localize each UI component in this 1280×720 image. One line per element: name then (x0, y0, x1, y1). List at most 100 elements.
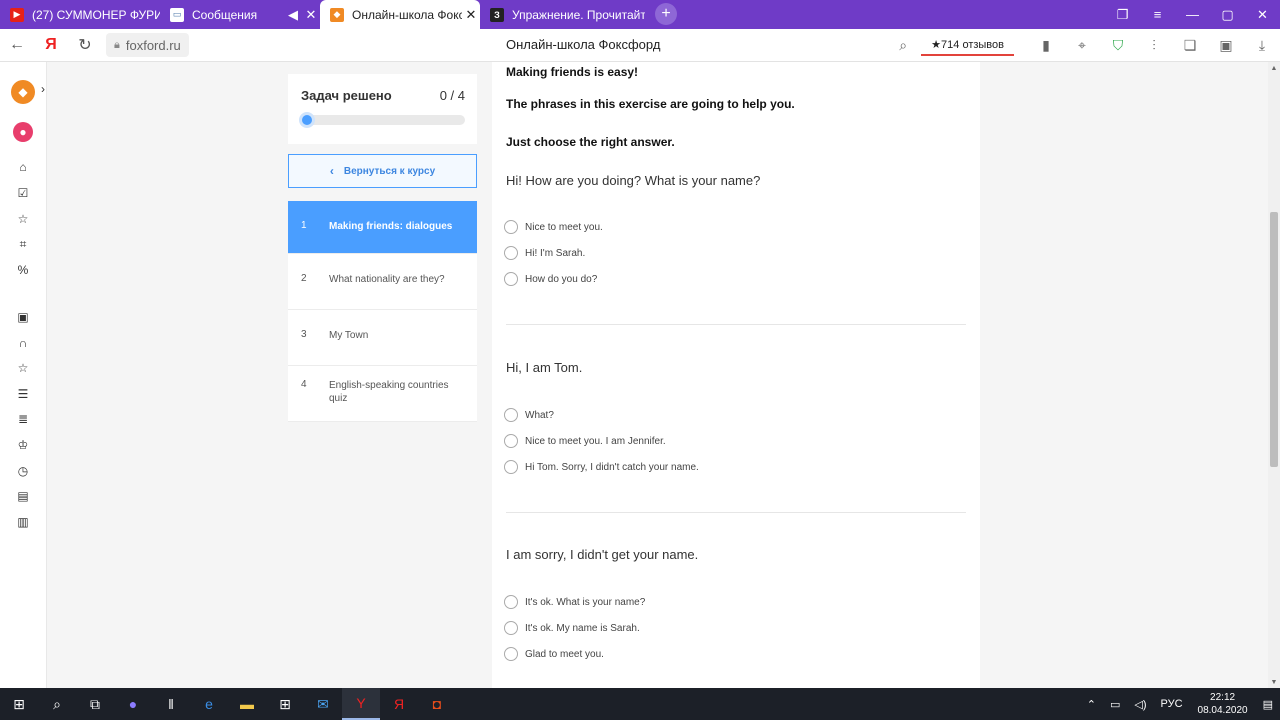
reload-icon[interactable]: ↻ (68, 29, 102, 62)
yandex-icon[interactable]: Я (380, 688, 418, 720)
star-icon[interactable]: ☆ (14, 210, 32, 228)
tasks-icon[interactable]: ☑ (14, 184, 32, 202)
lesson-item-2[interactable]: 2 What nationality are they? (288, 254, 477, 310)
bookmark-icon[interactable]: ▮ (1028, 29, 1064, 62)
answer-option[interactable]: Nice to meet you. (504, 220, 603, 234)
progress-knob (299, 112, 315, 128)
tabs-icon[interactable]: ❐ (1105, 0, 1140, 29)
progress-bar (299, 112, 465, 128)
radio-button[interactable] (504, 434, 518, 448)
cortana-icon[interactable]: ● (114, 688, 152, 720)
network-icon[interactable]: ▭ (1103, 698, 1127, 711)
extensions-icon[interactable]: ▣ (1208, 29, 1244, 62)
clock-icon[interactable]: ◷ (14, 462, 32, 480)
lesson-number: 3 (301, 329, 307, 340)
address-bar-tools: ⌕ ★714 отзывов ▮ ⌖ ⛉ ⫶ ❏ ▣ ⤓ (885, 29, 1280, 62)
scroll-up-icon[interactable]: ▲ (1268, 62, 1280, 74)
volume-icon[interactable]: ◁) (1127, 698, 1153, 711)
maximize-icon[interactable]: ▢ (1210, 0, 1245, 29)
answer-option[interactable]: Glad to meet you. (504, 647, 604, 661)
answer-option[interactable]: It's ok. My name is Sarah. (504, 621, 640, 635)
radio-button[interactable] (504, 220, 518, 234)
back-to-course-button[interactable]: ‹ Вернуться к курсу (288, 154, 477, 188)
search-icon[interactable]: ⌕ (885, 29, 921, 62)
chevron-up-icon[interactable]: ⌃ (1080, 698, 1103, 711)
mail-icon[interactable]: ✉ (304, 688, 342, 720)
task-view-icon[interactable]: ⧉ (76, 688, 114, 720)
foxford-logo-icon[interactable]: ◆ (11, 80, 35, 104)
page-scrollbar[interactable]: ▲ ▼ (1268, 62, 1280, 688)
close-tab-icon[interactable]: ✕ (462, 7, 480, 23)
tab-youtube[interactable]: ▶ (27) СУММОНЕР ФУРИОН (0, 0, 160, 29)
lesson-number: 2 (301, 273, 307, 284)
protect-icon[interactable]: ⌖ (1064, 29, 1100, 62)
tab-title: Упражнение. Прочитайте (512, 7, 645, 22)
browser-sidebar: ◆ › ● ⌂ ☑ ☆ ⌗ % ▣ ∩ ☆ ☰ ≣ ♔ ◷ ▤ ▥ (0, 62, 47, 688)
notifications-icon[interactable]: ▤ (1256, 698, 1280, 711)
radio-button[interactable] (504, 246, 518, 260)
trophy-icon[interactable]: ♔ (14, 436, 32, 454)
url-field[interactable]: 🔒︎ foxford.ru (106, 33, 189, 57)
minimize-icon[interactable]: — (1175, 0, 1210, 29)
answer-option[interactable]: It's ok. What is your name? (504, 595, 645, 609)
menu-icon[interactable]: ≡ (1140, 0, 1175, 29)
radio-button[interactable] (504, 595, 518, 609)
windows-start-icon[interactable]: ⊞ (0, 688, 38, 720)
collections-icon[interactable]: ❏ (1172, 29, 1208, 62)
answer-option[interactable]: Nice to meet you. I am Jennifer. (504, 434, 666, 448)
new-tab-button[interactable]: + (655, 3, 677, 25)
answer-option[interactable]: What? (504, 408, 554, 422)
shield-icon[interactable]: ⛉ (1100, 29, 1136, 62)
page-content: Задач решено 0 / 4 ‹ Вернуться к курсу 1… (47, 62, 1268, 688)
mute-icon[interactable]: ◀ (284, 7, 302, 23)
radio-button[interactable] (504, 647, 518, 661)
back-arrow-icon[interactable]: ← (0, 29, 34, 62)
office-icon[interactable]: ◘ (418, 688, 456, 720)
lesson-icon[interactable]: ▣ (14, 308, 32, 326)
folder-icon[interactable]: ▬ (228, 688, 266, 720)
scroll-down-icon[interactable]: ▼ (1268, 676, 1280, 688)
close-tab-icon[interactable]: ✕ (302, 7, 320, 23)
tab-foxford[interactable]: ◆ Онлайн-школа Фоксфорд ✕ (320, 0, 480, 29)
lock-icon: 🔒︎ (114, 38, 120, 51)
yandex-icon[interactable]: Я (34, 29, 68, 62)
radio-button[interactable] (504, 272, 518, 286)
store-icon[interactable]: ⊞ (266, 688, 304, 720)
notes-icon[interactable]: ▥ (14, 513, 32, 531)
lesson-item-4[interactable]: 4 English-speaking countries quiz (288, 366, 477, 422)
percent-icon[interactable]: % (14, 261, 32, 279)
yandex-browser-icon[interactable]: Y (342, 688, 380, 720)
list-icon[interactable]: ☰ (14, 385, 32, 403)
answer-option[interactable]: How do you do? (504, 272, 597, 286)
reviews-badge[interactable]: ★714 отзывов (921, 36, 1014, 56)
close-window-icon[interactable]: ✕ (1245, 0, 1280, 29)
window-controls: ❐ ≡ — ▢ ✕ (1105, 0, 1280, 29)
radio-button[interactable] (504, 460, 518, 474)
book-icon[interactable]: ▤ (14, 487, 32, 505)
lesson-item-3[interactable]: 3 My Town (288, 310, 477, 366)
answer-option[interactable]: Hi! I'm Sarah. (504, 246, 585, 260)
stack-icon[interactable]: ≣ (14, 410, 32, 428)
home-icon[interactable]: ⌂ (14, 158, 32, 176)
answer-option[interactable]: Hi Tom. Sorry, I didn't catch your name. (504, 460, 699, 474)
lesson-item-1[interactable]: 1 Making friends: dialogues (288, 201, 477, 254)
equalizer-icon[interactable]: ⫶ (1136, 29, 1172, 62)
tab-title: Сообщения (192, 7, 258, 22)
tag-icon[interactable]: ⌗ (14, 235, 32, 253)
clock[interactable]: 22:12 08.04.2020 (1190, 691, 1256, 717)
radio-button[interactable] (504, 621, 518, 635)
downloads-icon[interactable]: ⤓ (1244, 29, 1280, 62)
search-icon[interactable]: ⌕ (38, 688, 76, 720)
tab-exercise[interactable]: З Упражнение. Прочитайте (480, 0, 645, 29)
language-indicator[interactable]: РУС (1154, 698, 1190, 710)
headphones-icon[interactable]: ∩ (14, 334, 32, 352)
edge-icon[interactable]: e (190, 688, 228, 720)
alice-icon[interactable]: ● (13, 122, 33, 142)
system-tray: ⌃ ▭ ◁) РУС 22:12 08.04.2020 ▤ (1080, 688, 1280, 720)
scroll-thumb[interactable] (1270, 212, 1278, 467)
radio-button[interactable] (504, 408, 518, 422)
address-bar: ← Я ↻ 🔒︎ foxford.ru Онлайн-школа Фоксфор… (0, 29, 1280, 62)
tab-messages[interactable]: ▭ Сообщения ◀ ✕ (160, 0, 320, 29)
star-outline-icon[interactable]: ☆ (14, 359, 32, 377)
question-text: Hi, I am Tom. (506, 360, 583, 375)
